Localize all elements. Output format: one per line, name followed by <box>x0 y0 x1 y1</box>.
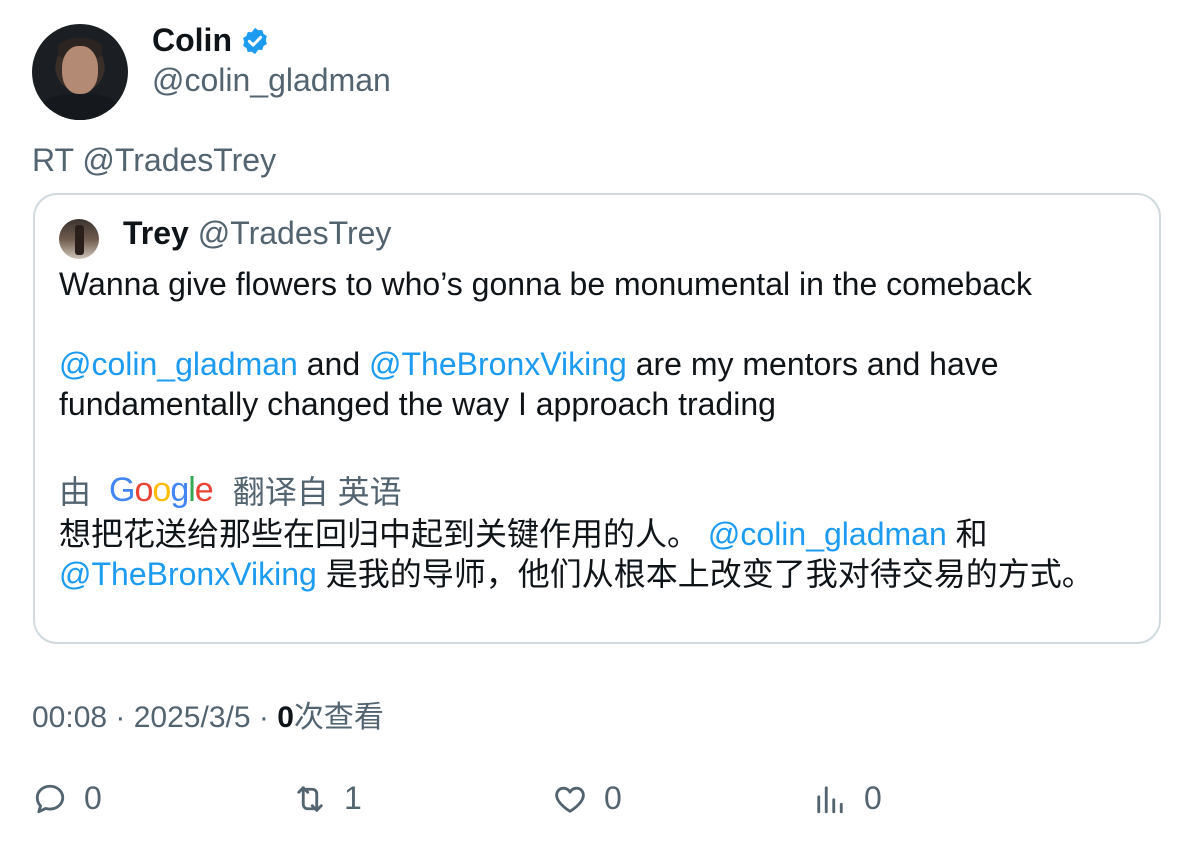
translated-by-label: 由 <box>59 474 92 510</box>
author-avatar[interactable] <box>32 24 128 120</box>
quoted-author-name: Trey <box>123 215 189 251</box>
mention-link[interactable]: @colin_gladman <box>708 516 947 552</box>
reply-count: 0 <box>84 780 102 816</box>
reply-icon <box>35 784 65 813</box>
retweet-icon <box>297 785 323 812</box>
author-name[interactable]: Colin <box>152 22 232 59</box>
quoted-author-avatar <box>59 219 99 259</box>
retweet-button[interactable]: 1 <box>292 780 362 817</box>
analytics-icon <box>817 785 843 813</box>
quoted-tweet-card[interactable]: Trey @TradesTrey Wanna give flowers to w… <box>33 193 1161 644</box>
translated-from-label: 翻译自 英语 <box>232 474 402 510</box>
mention-link[interactable]: @TheBronxViking <box>59 556 317 592</box>
quoted-tweet-line1: Wanna give flowers to who’s gonna be mon… <box>59 266 1032 302</box>
quoted-author-header: Trey @TradesTrey <box>123 215 391 252</box>
retweet-count: 1 <box>344 780 362 816</box>
and-text: and <box>297 346 370 382</box>
tweet-meta: 00:08 · 2025/3/5 · 0次查看 <box>32 701 384 734</box>
views-button[interactable]: 0 <box>812 780 882 817</box>
translated-text: 想把花送给那些在回归中起到关键作用的人。 @colin_gladman 和 @Th… <box>59 514 1149 594</box>
mention-link[interactable]: @colin_gladman <box>59 346 298 382</box>
tweet-time[interactable]: 00:08 <box>32 701 107 734</box>
reply-button[interactable]: 0 <box>32 780 102 817</box>
translated-and-text: 和 <box>946 516 988 552</box>
translated-text-part1: 想把花送给那些在回归中起到关键作用的人。 <box>59 516 708 552</box>
like-count: 0 <box>604 780 622 816</box>
verified-badge-icon <box>243 27 267 54</box>
quoted-tweet-text: Wanna give flowers to who’s gonna be mon… <box>59 264 1139 424</box>
views-count: 0 <box>277 701 294 734</box>
translation-attribution: 由 Google 翻译自 英语 <box>59 467 402 513</box>
translated-text-part2: 是我的导师，他们从根本上改变了我对待交易的方式。 <box>316 556 1094 592</box>
views-action-count: 0 <box>864 780 882 816</box>
retweet-label: RT @TradesTrey <box>32 142 277 178</box>
quoted-tweet-line2: @colin_gladman and @TheBronxViking are m… <box>59 344 1139 424</box>
tweet-date[interactable]: 2025/3/5 <box>134 701 251 734</box>
views-label: 次查看 <box>293 701 384 734</box>
like-button[interactable]: 0 <box>552 780 622 817</box>
author-handle[interactable]: @colin_gladman <box>152 62 391 99</box>
quoted-author-handle: @TradesTrey <box>197 215 392 251</box>
heart-icon <box>555 786 585 813</box>
author-name-row: Colin <box>152 22 270 59</box>
google-logo[interactable]: Google <box>109 471 214 510</box>
mention-link[interactable]: @TheBronxViking <box>369 346 627 382</box>
